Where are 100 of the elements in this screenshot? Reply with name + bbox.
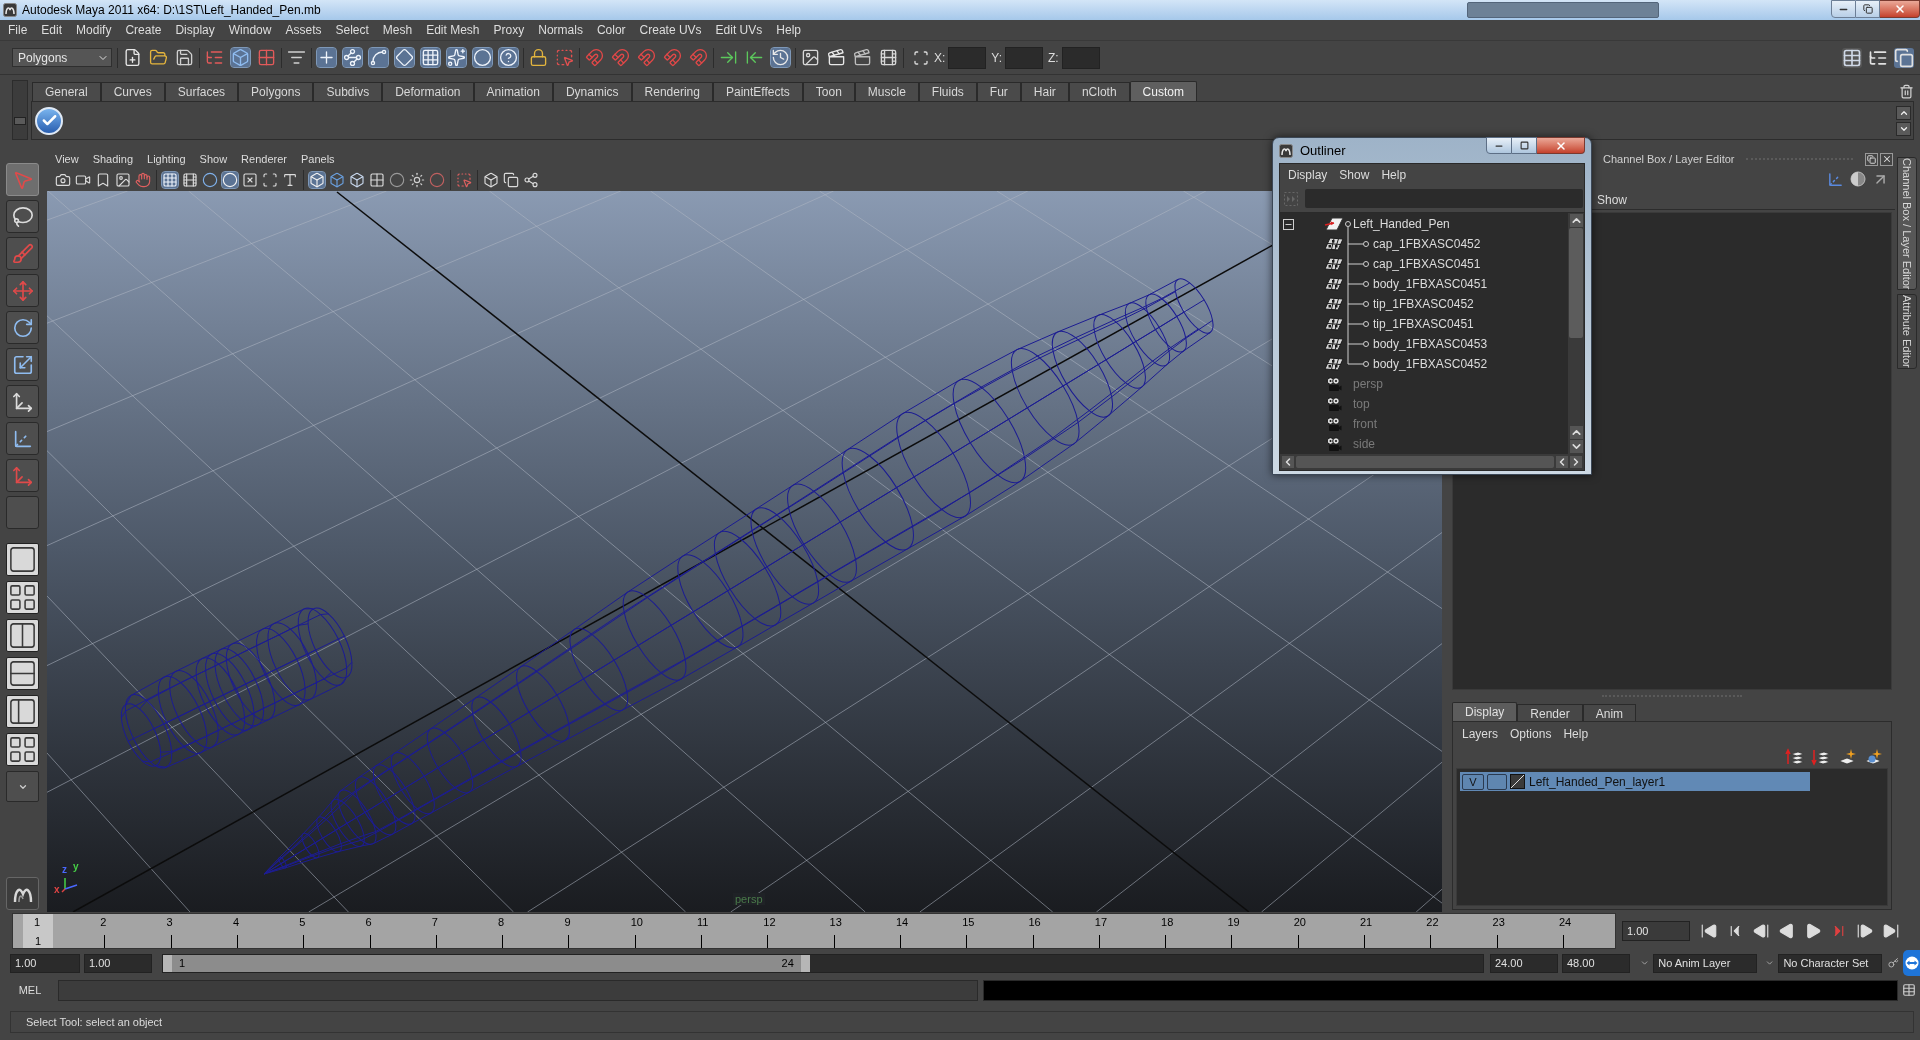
skip-back-icon[interactable] (1700, 922, 1718, 940)
close-button[interactable] (1880, 152, 1893, 166)
minimize-button[interactable] (1486, 137, 1512, 154)
menu-item[interactable]: Layers (1456, 725, 1505, 743)
menu-item[interactable]: Help (769, 21, 808, 39)
share-nodes-icon[interactable] (523, 171, 539, 188)
search-field[interactable] (1467, 2, 1659, 18)
panel-menu-item[interactable]: Renderer (234, 150, 294, 168)
shelf-tab[interactable]: Fluids (918, 82, 977, 101)
clapperboard-icon[interactable] (827, 48, 846, 67)
bookmark-icon[interactable] (95, 171, 111, 188)
trash-icon[interactable] (1899, 84, 1914, 99)
filter-icon[interactable] (287, 48, 306, 67)
shelf-tab[interactable]: Rendering (631, 82, 713, 101)
arrow-to-line-icon[interactable] (745, 48, 764, 67)
playback-toggle[interactable] (1487, 773, 1507, 790)
node-chain-icon[interactable] (343, 48, 362, 67)
layer-tab[interactable]: Render (1517, 704, 1583, 721)
shelf-tab[interactable]: Fur (976, 82, 1021, 101)
step-forward-icon[interactable] (1856, 922, 1874, 940)
menu-item[interactable]: Display (1282, 165, 1334, 184)
shelf-tab[interactable]: Subdivs (313, 82, 383, 101)
double-arrow-icon[interactable] (1903, 950, 1920, 976)
help-icon[interactable] (499, 48, 518, 67)
shelf-tab[interactable]: Muscle (854, 82, 919, 101)
step-back-icon[interactable] (1752, 922, 1770, 940)
shelf-tab[interactable]: nCloth (1068, 82, 1130, 101)
layer-tab[interactable]: Anim (1582, 704, 1637, 721)
menu-item[interactable]: Modify (69, 21, 119, 39)
current-time-field[interactable]: 1.00 (1622, 921, 1690, 941)
coordinate-field[interactable] (1061, 46, 1100, 69)
menu-item[interactable]: Options (1504, 725, 1558, 743)
scrollbar-thumb[interactable] (1569, 228, 1583, 338)
single-pane-layout-icon[interactable] (6, 543, 39, 576)
axis-icon[interactable] (1827, 170, 1844, 188)
shelf-tab[interactable]: Polygons (238, 82, 314, 101)
camera-icon[interactable] (55, 171, 71, 188)
range-bar[interactable] (163, 954, 810, 972)
layers-down-arrow-icon[interactable] (1811, 748, 1831, 766)
panel-menu-item[interactable]: Lighting (140, 150, 193, 168)
side-pane-layout-icon[interactable] (6, 695, 39, 728)
dashed-select-icon[interactable] (555, 48, 574, 67)
character-set-dropdown[interactable]: No Character Set (1778, 953, 1883, 973)
new-file-icon[interactable] (123, 48, 142, 67)
layer-tab[interactable]: Display (1452, 702, 1518, 721)
menu-item[interactable]: Mesh (375, 21, 420, 39)
overlapping-squares-icon[interactable] (1894, 47, 1914, 68)
command-input-field[interactable] (58, 979, 978, 1001)
playback-end-field[interactable]: 24.00 (1490, 953, 1558, 973)
image-icon[interactable] (801, 48, 820, 67)
table-icon[interactable] (1842, 47, 1862, 68)
close-button[interactable] (1537, 137, 1585, 154)
playback-start-field[interactable]: 1.00 (84, 953, 152, 973)
side-tab[interactable]: Channel Box / Layer Editor (1897, 157, 1917, 291)
shelf-tab[interactable]: Animation (473, 82, 553, 101)
menu-item[interactable]: Help (1557, 725, 1595, 743)
time-slider[interactable]: 1 1 2 3 4 5 6 7 8 9 10 11 12 13 14 15 16 17 18 19 20 21 22 23 24 (12, 913, 1616, 949)
menu-item[interactable]: Show (1597, 190, 1628, 209)
restore-button[interactable] (1856, 0, 1880, 18)
panel-menu-item[interactable]: Show (192, 150, 235, 168)
grid-icon[interactable] (257, 48, 276, 67)
shelf-tab[interactable]: General (32, 82, 101, 101)
menu-item[interactable]: Proxy (486, 21, 532, 39)
dashed-select-icon[interactable] (456, 171, 472, 188)
sparkles-icon[interactable] (447, 48, 466, 67)
clapperboard-icon[interactable] (853, 48, 872, 67)
minimize-button[interactable] (1831, 0, 1856, 18)
menu-item[interactable]: Edit (34, 21, 70, 39)
menu-item[interactable]: Show (1333, 165, 1376, 184)
cube-icon[interactable] (349, 171, 365, 188)
shelf-tab[interactable]: Dynamics (552, 82, 632, 101)
curve-icon[interactable] (369, 48, 388, 67)
panel-menu-item[interactable]: View (48, 150, 86, 168)
folder-icon[interactable] (149, 48, 168, 67)
tool-button[interactable] (6, 311, 39, 344)
collapse-box-icon[interactable] (1283, 218, 1294, 230)
play-icon[interactable] (1804, 922, 1822, 940)
horizontal-scrollbar[interactable] (1280, 454, 1584, 470)
logo-icon[interactable] (6, 877, 39, 910)
layers-up-arrow-icon[interactable] (1785, 748, 1805, 766)
tool-button[interactable] (6, 200, 39, 233)
menu-item[interactable]: Create UVs (632, 21, 709, 39)
crossed-square-icon[interactable] (242, 171, 258, 188)
hierarchy-icon[interactable] (205, 48, 224, 67)
menu-set-dropdown[interactable]: Polygons (12, 48, 112, 67)
text-icon[interactable] (282, 171, 298, 188)
shelf-tab[interactable]: Hair (1020, 82, 1069, 101)
frame-corners-icon[interactable] (913, 49, 929, 66)
tool-button[interactable] (6, 348, 39, 381)
menu-item[interactable]: Window (221, 21, 279, 39)
arrow-to-line-icon[interactable] (719, 48, 738, 67)
start-time-field[interactable]: 1.00 (10, 953, 80, 973)
scroll-up-button[interactable] (1896, 105, 1911, 120)
anim-layer-dropdown[interactable]: No Anim Layer (1653, 953, 1758, 973)
shelf-tab[interactable]: Curves (100, 82, 165, 101)
menu-item[interactable]: Assets (278, 21, 329, 39)
film-icon[interactable] (879, 48, 898, 67)
close-button[interactable] (1880, 0, 1920, 18)
coordinate-field[interactable] (948, 46, 987, 69)
layer-row[interactable]: V Left_Handed_Pen_layer1 (1460, 772, 1810, 791)
